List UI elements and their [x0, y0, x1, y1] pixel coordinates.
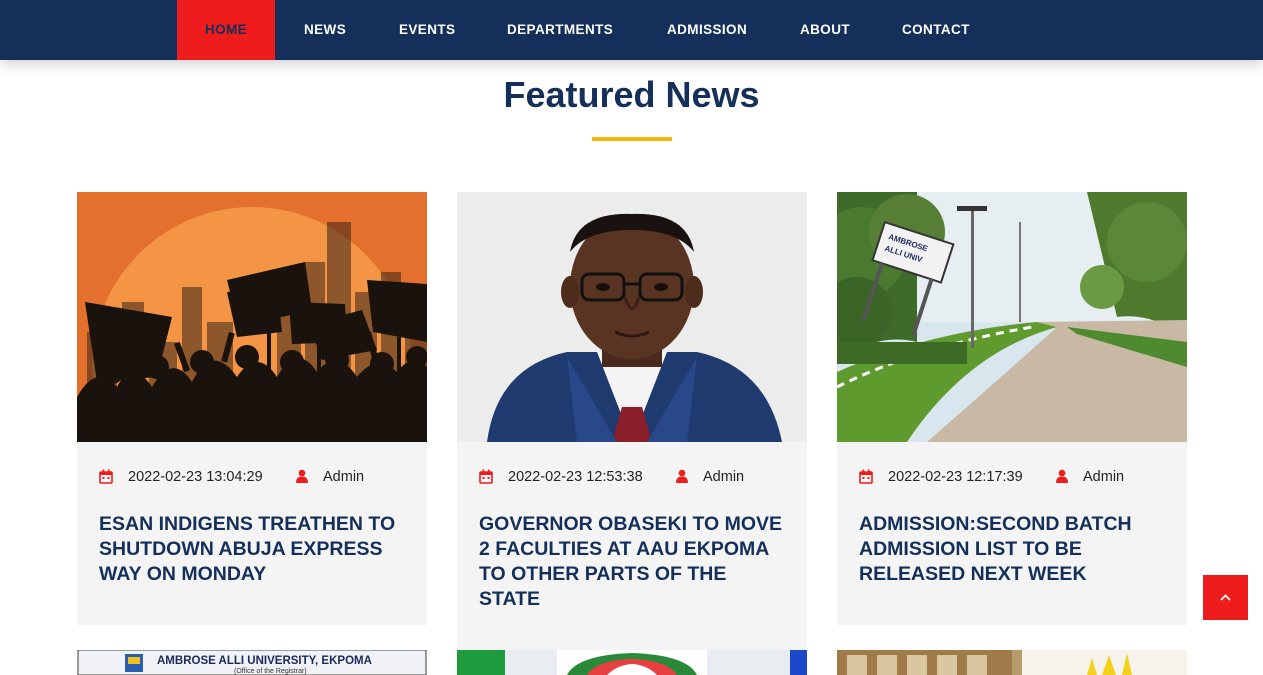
news-title[interactable]: ADMISSION:SECOND BATCH ADMISSION LIST TO…	[859, 512, 1171, 587]
section-title: Featured News	[503, 74, 760, 115]
news-card-2[interactable]: 2022-02-23 12:53:38 Admin GOVERNOR OBASE…	[457, 192, 807, 650]
news-card-5-image[interactable]	[457, 650, 807, 675]
title-underline	[592, 137, 672, 141]
calendar-icon	[99, 469, 113, 489]
nav-departments[interactable]: DEPARTMENTS	[507, 0, 613, 60]
nav-home[interactable]: HOME	[177, 0, 275, 60]
user-icon	[676, 469, 688, 488]
nav-events[interactable]: EVENTS	[399, 0, 455, 60]
news-card-1[interactable]: 2022-02-23 13:04:29 Admin ESAN INDIGENS …	[77, 192, 427, 625]
news-card-4-image[interactable]: AMBROSE ALLI UNIVERSITY, EKPOMA (Office …	[77, 650, 427, 675]
news-image-protest[interactable]	[77, 192, 427, 442]
nav-about[interactable]: ABOUT	[800, 0, 850, 60]
user-icon	[1056, 469, 1068, 488]
chevron-up-icon	[1203, 575, 1248, 620]
news-card-6-image[interactable]	[837, 650, 1187, 675]
main-navbar: HOME NEWS EVENTS DEPARTMENTS ADMISSION A…	[0, 0, 1263, 60]
nav-admission[interactable]: ADMISSION	[667, 0, 747, 60]
news-author: Admin	[703, 469, 745, 485]
registrar-subtitle: (Office of the Registrar)	[234, 668, 307, 675]
news-date: 2022-02-23 13:04:29	[128, 469, 263, 485]
user-icon	[296, 469, 308, 488]
news-author: Admin	[1083, 469, 1125, 485]
calendar-icon	[859, 469, 873, 489]
news-author: Admin	[323, 469, 365, 485]
news-image-governor[interactable]	[457, 192, 807, 442]
university-banner-text: AMBROSE ALLI UNIVERSITY, EKPOMA	[157, 655, 372, 667]
nav-contact[interactable]: CONTACT	[902, 0, 970, 60]
calendar-icon	[479, 469, 493, 489]
nav-news[interactable]: NEWS	[304, 0, 346, 60]
news-title[interactable]: GOVERNOR OBASEKI TO MOVE 2 FACULTIES AT …	[479, 512, 791, 612]
news-card-3[interactable]: AMBROSE ALLI UNIV 2022-02-23 12:17:39 Ad…	[837, 192, 1187, 625]
news-title[interactable]: ESAN INDIGENS TREATHEN TO SHUTDOWN ABUJA…	[99, 512, 411, 587]
news-date: 2022-02-23 12:17:39	[888, 469, 1023, 485]
scroll-to-top-button[interactable]	[1203, 575, 1248, 620]
news-image-campus-gate[interactable]: AMBROSE ALLI UNIV	[837, 192, 1187, 442]
news-date: 2022-02-23 12:53:38	[508, 469, 643, 485]
